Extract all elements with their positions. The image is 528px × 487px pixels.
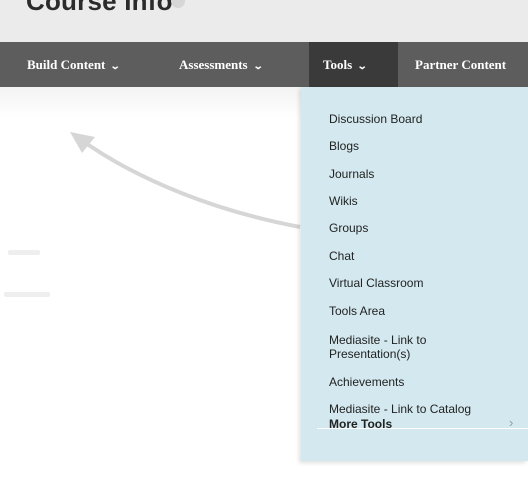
nav-build-content[interactable]: Build Content ⌄ [27, 42, 122, 87]
menu-item-mediasite-presentation[interactable]: Mediasite - Link to Presentation(s) [329, 333, 429, 361]
faded-text-line [4, 292, 50, 297]
tools-dropdown-menu: Discussion Board Blogs Journals Wikis Gr… [301, 87, 528, 461]
menu-item-groups[interactable]: Groups [329, 221, 519, 235]
menu-item-chat[interactable]: Chat [329, 249, 519, 263]
nav-tools-label: Tools [323, 57, 353, 72]
chevron-right-icon[interactable]: › [509, 415, 513, 430]
nav-build-content-label: Build Content [27, 57, 106, 72]
menu-item-wikis[interactable]: Wikis [329, 194, 519, 208]
nav-partner-content-label: Partner Content [415, 57, 507, 72]
faded-text-line [8, 250, 40, 255]
nav-partner-content[interactable]: Partner Content [415, 42, 506, 87]
menu-item-blogs[interactable]: Blogs [329, 139, 519, 153]
faded-arrow-graphic [70, 132, 301, 229]
nav-tools[interactable]: Tools ⌄ [309, 42, 398, 87]
menu-item-tools-area[interactable]: Tools Area [329, 304, 519, 318]
menu-item-virtual-classroom[interactable]: Virtual Classroom [329, 276, 519, 290]
menu-item-more-tools[interactable]: More Tools [329, 417, 519, 431]
menu-item-achievements[interactable]: Achievements [329, 375, 519, 389]
menu-item-mediasite-catalog[interactable]: Mediasite - Link to Catalog [329, 402, 519, 416]
chevron-down-icon: ⌄ [252, 61, 264, 72]
chevron-down-icon: ⌄ [356, 61, 368, 72]
course-menu-bar: Build Content ⌄ Assessments ⌄ Tools ⌄ Partn… [0, 42, 528, 87]
nav-assessments-label: Assessments [179, 57, 248, 72]
title-bar: Course Info [0, 0, 528, 42]
menu-item-discussion-board[interactable]: Discussion Board [329, 112, 519, 126]
title-options-icon[interactable] [171, 0, 185, 8]
chevron-down-icon: ⌄ [110, 61, 122, 72]
page-title: Course Info [26, 0, 173, 16]
nav-assessments[interactable]: Assessments ⌄ [179, 42, 264, 87]
menu-item-journals[interactable]: Journals [329, 167, 519, 181]
